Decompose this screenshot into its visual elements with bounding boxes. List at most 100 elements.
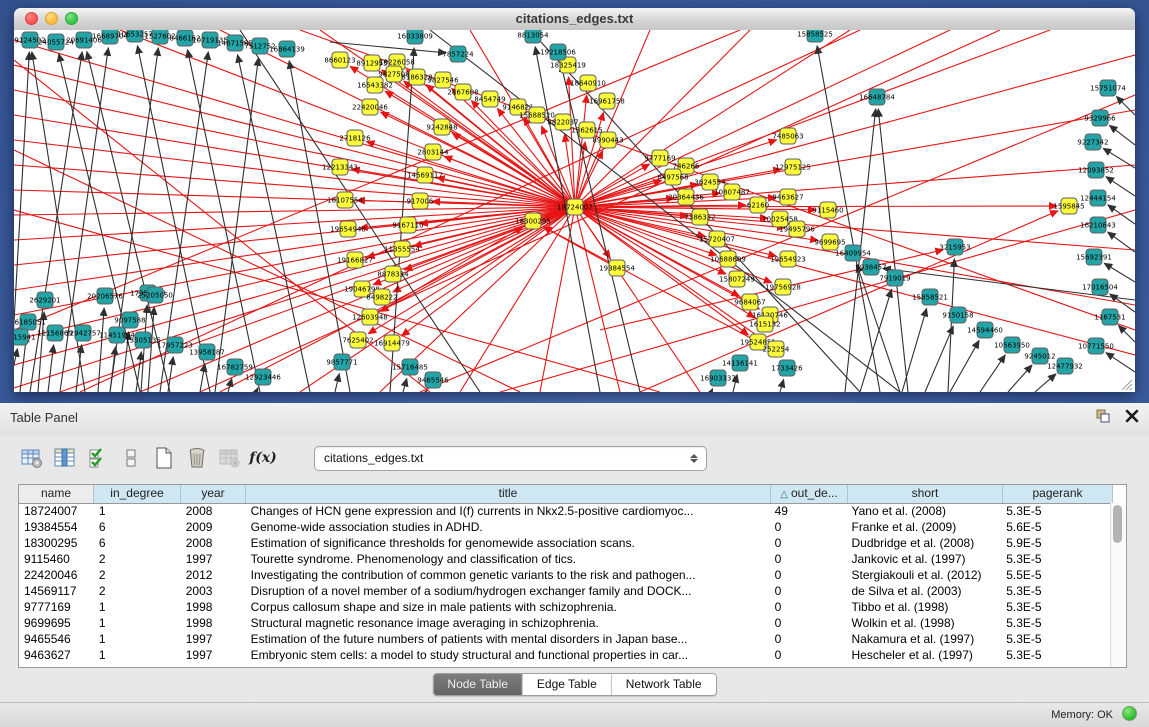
close-icon[interactable] [1125, 409, 1139, 423]
network-node[interactable]: 3915941 [14, 329, 36, 345]
column-header-name[interactable]: name [19, 485, 94, 503]
table-cell[interactable]: 2 [94, 551, 181, 567]
table-cell[interactable]: Stergiakouli et al. (2012) [846, 567, 1001, 583]
network-node[interactable]: 15858521 [912, 289, 948, 305]
column-header-in-degree[interactable]: in_degree [94, 485, 181, 503]
table-cell[interactable]: 1997 [181, 647, 246, 663]
table-cell[interactable]: 0 [770, 615, 847, 631]
memory-ok-icon[interactable] [1122, 706, 1137, 721]
table-cell[interactable]: Corpus callosum shape and size in male p… [246, 599, 770, 615]
network-node[interactable]: 17016504 [1082, 279, 1118, 295]
table-row[interactable]: 1456911722003Disruption of a novel membe… [19, 583, 1111, 599]
table-cell[interactable]: Estimation of significance thresholds fo… [246, 535, 770, 551]
float-window-icon[interactable] [1095, 408, 1111, 424]
table-cell[interactable]: Hescheler et al. (1997) [846, 647, 1001, 663]
network-node[interactable]: 14136141 [722, 355, 758, 371]
table-row[interactable]: 969969511998Structural magnetic resonanc… [19, 615, 1111, 631]
table-row[interactable]: 946554611997Estimation of the future num… [19, 631, 1111, 647]
scrollbar-thumb[interactable] [1113, 505, 1122, 543]
network-node[interactable]: 16961758 [589, 93, 625, 109]
column-header-short[interactable]: short [848, 485, 1003, 503]
table-row[interactable]: 977716911998Corpus callosum shape and si… [19, 599, 1111, 615]
table-cell[interactable]: 0 [770, 551, 847, 567]
network-node[interactable]: 15692391 [1076, 249, 1112, 265]
table-row[interactable]: 2242004622012Investigating the contribut… [19, 567, 1111, 583]
table-cell[interactable]: Dudbridge et al. (2008) [846, 535, 1001, 551]
table-cell[interactable]: 5.3E-5 [1001, 503, 1111, 519]
table-cell[interactable]: Estimation of the future numbers of pati… [246, 631, 770, 647]
resize-grip-icon[interactable] [1122, 380, 1132, 390]
tab-network-table[interactable]: Network Table [611, 674, 716, 695]
table-row[interactable]: 1830029562008Estimation of significance … [19, 535, 1111, 551]
network-node[interactable]: 11355554 [384, 241, 420, 257]
network-node[interactable]: 1733426 [771, 360, 803, 376]
network-node[interactable]: 3215953 [939, 239, 970, 255]
tab-node-table[interactable]: Node Table [433, 674, 522, 695]
table-row[interactable]: 911546021997Tourette syndrome. Phenomeno… [19, 551, 1111, 567]
table-cell[interactable]: 5.3E-5 [1001, 599, 1111, 615]
network-node[interactable]: 16033809 [397, 30, 433, 44]
network-node[interactable]: 19654948 [330, 221, 366, 237]
table-cell[interactable]: 5.3E-5 [1001, 631, 1111, 647]
table-cell[interactable]: 2003 [181, 583, 246, 599]
network-node[interactable]: 8454749 [474, 91, 505, 107]
network-node[interactable]: 15716485 [392, 359, 428, 375]
function-builder-icon[interactable]: f(x) [251, 445, 275, 471]
table-select[interactable]: citations_edges.txt [314, 446, 707, 471]
network-node[interactable]: 8660123 [324, 52, 355, 68]
table-cell[interactable]: 9699695 [19, 615, 94, 631]
table-cell[interactable]: 0 [770, 631, 847, 647]
table-cell[interactable]: 9463627 [19, 647, 94, 663]
table-cell[interactable]: 9777169 [19, 599, 94, 615]
import-table-icon[interactable] [218, 445, 242, 471]
table-cell[interactable]: 0 [770, 647, 847, 663]
delete-column-icon[interactable] [185, 445, 209, 471]
table-cell[interactable]: Franke et al. (2009) [846, 519, 1001, 535]
network-node[interactable]: 18107554 [327, 192, 363, 208]
table-cell[interactable]: 5.9E-5 [1001, 535, 1111, 551]
tab-edge-table[interactable]: Edge Table [522, 674, 611, 695]
network-node[interactable]: 917006 [407, 193, 434, 209]
network-node[interactable]: 12975125 [775, 159, 811, 175]
network-node[interactable]: 16914479 [374, 335, 410, 351]
table-cell[interactable]: 1997 [181, 551, 246, 567]
network-node[interactable]: 14594460 [967, 322, 1003, 338]
table-cell[interactable]: 5.5E-5 [1001, 567, 1111, 583]
column-header-title[interactable]: title [246, 485, 771, 503]
network-node[interactable]: 2718126 [339, 130, 371, 146]
network-node[interactable]: 10688609 [710, 251, 746, 267]
table-cell[interactable]: 22420046 [19, 567, 94, 583]
table-cell[interactable]: 6 [94, 519, 181, 535]
network-node[interactable]: 9329966 [1084, 110, 1116, 126]
table-cell[interactable]: 18300295 [19, 535, 94, 551]
network-node[interactable]: 12603948 [352, 309, 388, 325]
table-cell[interactable]: 1 [94, 599, 181, 615]
table-row[interactable]: 1872400712008Changes of HCN gene express… [19, 503, 1111, 519]
network-node[interactable]: 8813054 [517, 30, 549, 43]
network-node[interactable]: 12942757 [65, 325, 101, 341]
table-cell[interactable]: 2008 [181, 535, 246, 551]
table-cell[interactable]: 1997 [181, 631, 246, 647]
column-header-out-de-[interactable]: △out_de... [771, 485, 848, 503]
table-cell[interactable]: 2009 [181, 519, 246, 535]
select-columns-icon[interactable] [86, 445, 110, 471]
table-cell[interactable]: 0 [770, 519, 847, 535]
network-node[interactable]: 22420046 [352, 99, 388, 115]
table-cell[interactable]: 19384554 [19, 519, 94, 535]
table-row[interactable]: 1938455462009Genome-wide association stu… [19, 519, 1111, 535]
table-cell[interactable]: 14569117 [19, 583, 94, 599]
table-cell[interactable]: Wolkin et al. (1998) [846, 615, 1001, 631]
table-cell[interactable]: Nakamura et al. (1997) [846, 631, 1001, 647]
table-cell[interactable]: Investigating the contribution of common… [246, 567, 770, 583]
column-visibility-icon[interactable] [53, 445, 77, 471]
network-node[interactable]: 9699695 [814, 234, 845, 250]
network-node[interactable]: 2629201 [29, 292, 60, 308]
table-cell[interactable]: 5.6E-5 [1001, 519, 1111, 535]
table-cell[interactable]: 1998 [181, 615, 246, 631]
network-node[interactable]: 12093852 [1078, 162, 1114, 178]
table-cell[interactable]: 1998 [181, 599, 246, 615]
network-node[interactable]: 9150158 [942, 307, 973, 323]
table-cell[interactable]: 49 [770, 503, 847, 519]
table-cell[interactable]: 5.3E-5 [1001, 615, 1111, 631]
window-titlebar[interactable]: citations_edges.txt [14, 8, 1135, 31]
